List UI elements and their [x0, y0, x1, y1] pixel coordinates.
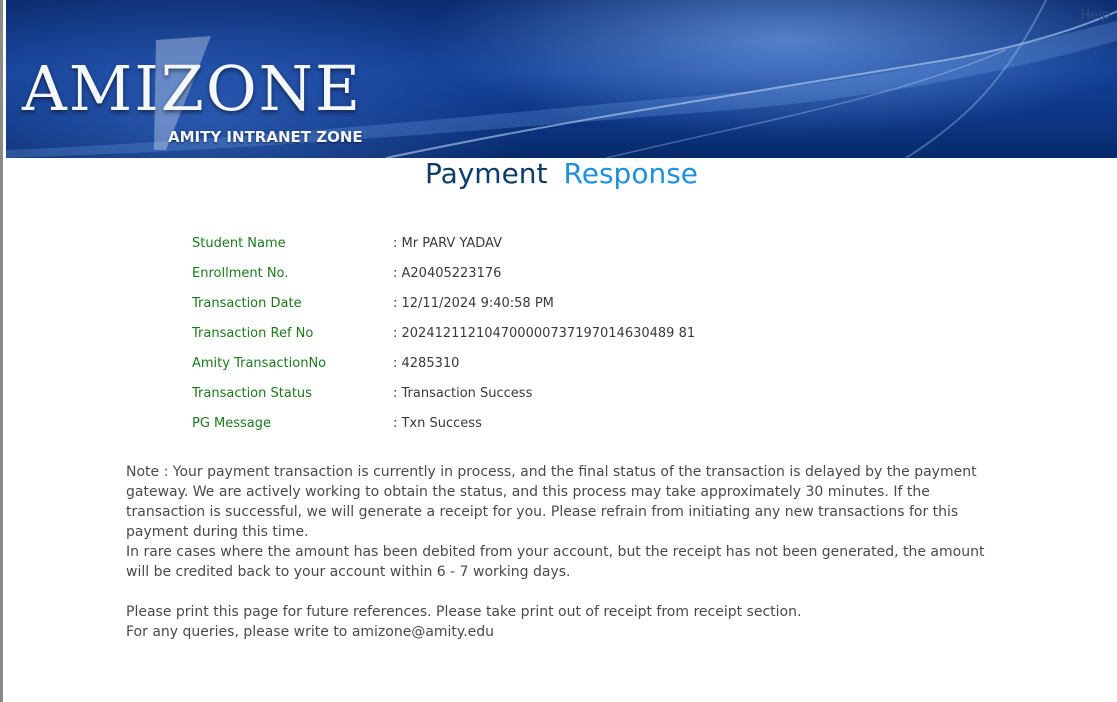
note-paragraph: In rare cases where the amount has been …	[126, 544, 985, 580]
page-frame: AMIZONE AMITY INTRANET ZONE Help Payment…	[0, 0, 1117, 702]
print-instruction: Please print this page for future refere…	[126, 604, 802, 620]
logo-subtitle: AMITY INTRANET ZONE	[168, 128, 363, 146]
header-banner: AMIZONE AMITY INTRANET ZONE Help	[6, 0, 1117, 158]
detail-value: : A20405223176	[393, 266, 502, 281]
detail-value: : Transaction Success	[393, 386, 533, 401]
detail-value: : Mr PARV YADAV	[393, 236, 503, 251]
detail-label: Amity TransactionNo	[192, 356, 327, 371]
note-paragraph: Note : Your payment transaction is curre…	[126, 464, 977, 540]
detail-label: Student Name	[192, 236, 286, 251]
detail-label: Transaction Status	[192, 386, 312, 401]
detail-label: Transaction Date	[192, 296, 302, 311]
detail-label: Enrollment No.	[192, 266, 289, 281]
detail-label: PG Message	[192, 416, 272, 431]
payment-note: Note : Your payment transaction is curre…	[126, 462, 1006, 642]
page-title-part1: Payment	[424, 157, 548, 190]
detail-value: : 202412112104700000737197014630489 81	[393, 326, 696, 341]
detail-value: : Txn Success	[393, 416, 482, 431]
page-title: Payment Response	[3, 156, 1117, 192]
page-title-part2: Response	[563, 157, 699, 190]
detail-value: : 4285310	[393, 356, 460, 371]
detail-value: : 12/11/2024 9:40:58 PM	[393, 296, 554, 311]
help-link[interactable]: Help	[1080, 8, 1110, 23]
contact-instruction: For any queries, please write to amizone…	[126, 624, 495, 640]
amizone-logo: AMIZONE	[22, 52, 363, 125]
detail-label: Transaction Ref No	[192, 326, 314, 341]
